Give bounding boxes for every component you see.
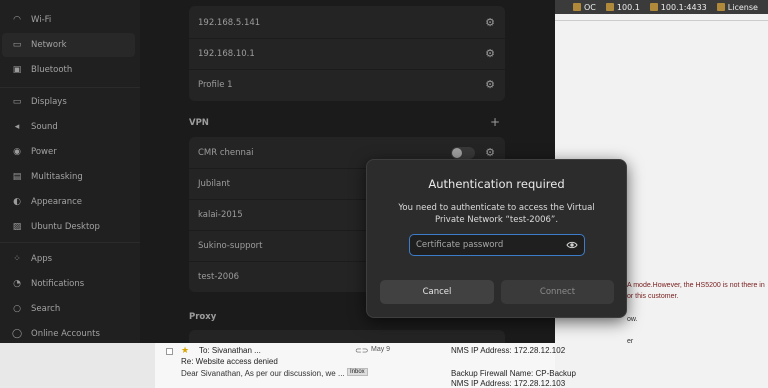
email-text-fragment: or this customer. — [627, 293, 679, 300]
bookmark-icon — [716, 3, 725, 11]
dialog-title: Authentication required — [428, 177, 565, 191]
eye-icon[interactable] — [566, 239, 578, 251]
divider — [555, 20, 768, 21]
email-text-fragment: ow. — [627, 316, 638, 323]
inbox-badge: Inbox — [347, 368, 368, 376]
bookmark-icon — [605, 3, 614, 11]
email-checkbox[interactable] — [166, 348, 173, 355]
email-text-fragment: A mode.However, the HS5200 is not there … — [627, 282, 765, 289]
dialog-message: You need to authenticate to access the V… — [398, 203, 595, 225]
bookmark-100-1-4433[interactable]: 100.1:4433 — [649, 3, 707, 12]
nms-ip-line: NMS IP Address: 172.28.12.102 — [451, 346, 566, 355]
star-icon[interactable]: ★ — [181, 345, 189, 356]
email-list-area: ★ To: Sivanathan ... ⊂⊃ May 9 Re: Websit… — [155, 343, 576, 388]
email-text-fragment: er — [627, 338, 634, 345]
bookmark-icon — [649, 3, 658, 11]
bookmark-100-1[interactable]: 100.1 — [605, 3, 640, 12]
connect-button[interactable]: Connect — [501, 280, 614, 304]
authentication-dialog: Authentication required You need to auth… — [366, 159, 627, 318]
bookmark-license[interactable]: License — [716, 3, 758, 12]
email-date: May 9 — [371, 346, 391, 353]
backup-firewall-line: Backup Firewall Name: CP-Backup — [451, 369, 576, 378]
bookmark-icon — [573, 3, 581, 11]
email-recipient: To: Sivanathan ... — [199, 346, 261, 355]
email-list-item[interactable]: ★ To: Sivanathan ... ⊂⊃ May 9 Re: Websit… — [155, 343, 400, 388]
attachment-icon: ⊂⊃ — [355, 346, 369, 355]
certificate-password-field[interactable] — [409, 234, 585, 256]
browser-bookmarks-bar: OC 100.1 100.1:4433 License — [555, 0, 768, 14]
nms-ip-line: NMS IP Address: 172.28.12.103 — [451, 379, 566, 388]
certificate-password-input[interactable] — [416, 240, 556, 250]
bookmark-oc[interactable]: OC — [573, 3, 596, 12]
cancel-button[interactable]: Cancel — [380, 280, 494, 304]
email-subject: Re: Website access denied — [181, 357, 278, 366]
email-preview: Dear Sivanathan, As per our discussion, … — [181, 369, 345, 378]
email-nms-details: NMS IP Address: 172.28.12.102 Backup Fir… — [451, 343, 576, 388]
